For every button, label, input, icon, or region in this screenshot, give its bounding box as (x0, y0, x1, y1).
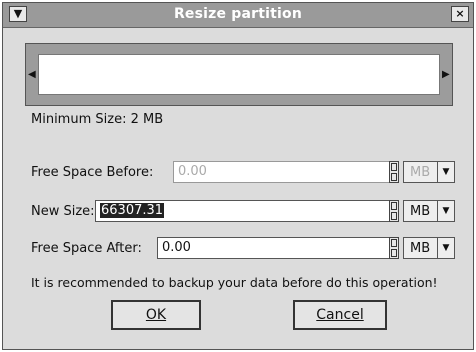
new-size-row: New Size: 66307.31 MB ▼ (31, 200, 455, 224)
free-space-after-spinner[interactable] (389, 237, 399, 259)
free-space-after-unit: MB (410, 241, 431, 256)
free-space-before-unit: MB (410, 165, 431, 180)
resize-partition-dialog: ▼ Resize partition × ◀ ▶ Minimum Size: 2… (2, 2, 474, 350)
free-space-before-unit-select[interactable]: MB ▼ (403, 161, 455, 183)
minimum-size-label: Minimum Size: 2 MB (31, 112, 164, 127)
new-size-label: New Size: (31, 204, 95, 219)
backup-warning: It is recommended to backup your data be… (31, 275, 438, 290)
left-handle-icon[interactable]: ◀ (28, 70, 36, 80)
new-size-unit-select[interactable]: MB ▼ (403, 200, 455, 222)
new-size-unit: MB (410, 204, 431, 219)
new-size-value: 66307.31 (100, 203, 165, 218)
chevron-down-icon: ▼ (437, 201, 454, 221)
dialog-title: Resize partition (173, 6, 303, 22)
partition-resizer[interactable]: ◀ ▶ (25, 43, 453, 106)
ok-button[interactable]: OK (111, 300, 201, 330)
chevron-down-icon: ▼ (437, 162, 454, 182)
close-button[interactable]: × (451, 6, 469, 22)
close-icon: × (455, 7, 465, 20)
ok-button-label: OK (145, 307, 167, 323)
free-space-before-label: Free Space Before: (31, 165, 154, 180)
free-space-after-input[interactable]: 0.00 (157, 237, 393, 259)
partition-bar[interactable] (38, 54, 440, 95)
free-space-before-spinner[interactable] (389, 161, 399, 183)
new-size-spinner[interactable] (389, 200, 399, 222)
cancel-button-label: Cancel (316, 307, 364, 323)
free-space-after-row: Free Space After: 0.00 MB ▼ (31, 237, 455, 261)
chevron-down-icon: ▼ (437, 238, 454, 258)
right-handle-icon[interactable]: ▶ (442, 70, 450, 80)
title-bar: ▼ Resize partition × (3, 3, 473, 28)
free-space-after-unit-select[interactable]: MB ▼ (403, 237, 455, 259)
free-space-before-input[interactable]: 0.00 (173, 161, 393, 183)
free-space-after-label: Free Space After: (31, 241, 142, 256)
free-space-before-row: Free Space Before: 0.00 MB ▼ (31, 161, 455, 185)
cancel-button[interactable]: Cancel (293, 300, 387, 330)
new-size-input[interactable]: 66307.31 (95, 200, 393, 222)
